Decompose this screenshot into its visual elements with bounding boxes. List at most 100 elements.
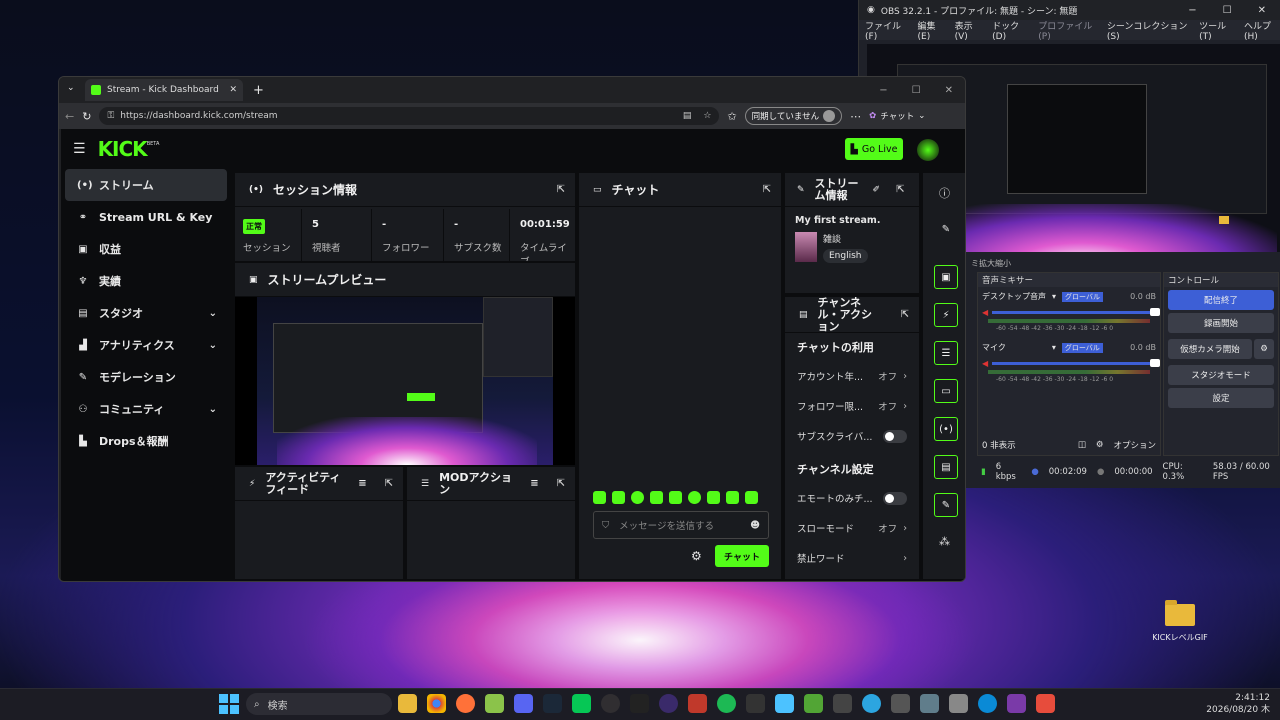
subscribers-only-toggle[interactable] xyxy=(883,429,907,443)
chevron-down-icon[interactable]: ▾ xyxy=(1052,292,1056,301)
list-rail-icon[interactable]: ☰ xyxy=(934,341,958,365)
emote-icon[interactable] xyxy=(612,491,625,504)
sidebar-item-moderation[interactable]: ✎ モデレーション xyxy=(65,361,227,393)
app-icon[interactable] xyxy=(630,694,649,713)
chat-input[interactable]: ⛉ メッセージを送信する ☻ xyxy=(593,511,769,539)
desktop-folder[interactable]: KICKレベルGIF xyxy=(1150,600,1210,643)
new-tab-icon[interactable]: + xyxy=(253,83,264,98)
discord-icon[interactable] xyxy=(514,694,533,713)
mixer-settings-icon[interactable]: ⚙ xyxy=(1096,440,1104,450)
close-icon[interactable]: ✕ xyxy=(945,85,953,96)
minimize-icon[interactable]: − xyxy=(1188,5,1196,16)
account-age-row[interactable]: アカウント年... オフ › xyxy=(785,361,919,391)
settings-icon[interactable] xyxy=(920,694,939,713)
widgets-icon[interactable]: ⁂ xyxy=(939,535,950,548)
settings-button[interactable]: 設定 xyxy=(1168,388,1274,408)
app-icon[interactable] xyxy=(1007,694,1026,713)
popout-icon[interactable]: ⇱ xyxy=(896,184,904,196)
obs-menu-scenes[interactable]: シーンコレクション(S) xyxy=(1107,19,1189,42)
sidebar-item-community[interactable]: ⚇ コミュニティ ⌄ xyxy=(65,393,227,425)
broadcast-rail-icon[interactable]: (•) xyxy=(934,417,958,441)
go-live-button[interactable]: ▙ Go Live xyxy=(845,138,903,160)
favorite-star-icon[interactable]: ☆ xyxy=(703,111,711,121)
maximize-icon[interactable]: ☐ xyxy=(912,85,921,96)
emote-icon[interactable] xyxy=(650,491,663,504)
favorites-icon[interactable]: ✩ xyxy=(727,110,736,123)
emote-icon[interactable] xyxy=(593,491,606,504)
sidebar-item-stream-url-key[interactable]: ⚭ Stream URL & Key xyxy=(65,201,227,233)
url-field[interactable]: ⚿ https://dashboard.kick.com/stream ▤ ☆ xyxy=(99,107,720,125)
copilot-button[interactable]: ✿ チャット ⌄ xyxy=(869,110,925,122)
maximize-icon[interactable]: ☐ xyxy=(1223,5,1232,16)
emote-icon[interactable] xyxy=(707,491,720,504)
obs-icon[interactable] xyxy=(601,694,620,713)
gear-icon[interactable]: ⚙ xyxy=(1254,339,1274,359)
edit-icon[interactable]: ✎ xyxy=(934,217,958,241)
emote-icon[interactable] xyxy=(745,491,758,504)
emote-icon[interactable] xyxy=(688,491,701,504)
start-virtual-camera-button[interactable]: 仮想カメラ開始 xyxy=(1168,339,1252,359)
filter-icon[interactable]: ≡ xyxy=(530,478,538,490)
steam-icon[interactable] xyxy=(543,694,562,713)
stop-streaming-button[interactable]: 配信終了 xyxy=(1168,290,1274,310)
notepad-icon[interactable] xyxy=(775,694,794,713)
wrench-rail-icon[interactable]: ✎ xyxy=(934,493,958,517)
system-clock[interactable]: 2:41:12 2026/08/20 木 xyxy=(1200,692,1270,716)
minecraft-icon[interactable] xyxy=(804,694,823,713)
emote-icon[interactable] xyxy=(669,491,682,504)
tab-list-icon[interactable]: ⌄ xyxy=(67,83,75,93)
category-thumbnail[interactable] xyxy=(795,232,817,262)
edge-icon[interactable] xyxy=(978,694,997,713)
emote-icon[interactable] xyxy=(631,491,644,504)
emote-icon[interactable] xyxy=(726,491,739,504)
obs-menu-help[interactable]: ヘルプ(H) xyxy=(1244,19,1280,42)
obs-menu-edit[interactable]: 編集(E) xyxy=(918,19,945,42)
emoji-icon[interactable]: ☻ xyxy=(750,520,760,531)
app-icon[interactable] xyxy=(833,694,852,713)
followers-only-row[interactable]: フォロワー限... オフ › xyxy=(785,391,919,421)
slow-mode-row[interactable]: スローモード オフ › xyxy=(785,513,919,543)
category-name[interactable]: 雑談 xyxy=(823,232,868,245)
spotify-icon[interactable] xyxy=(717,694,736,713)
studio-mode-button[interactable]: スタジオモード xyxy=(1168,365,1274,385)
taskbar-search[interactable]: ⌕ 検索 xyxy=(246,693,392,715)
file-explorer-icon[interactable] xyxy=(398,694,417,713)
refresh-icon[interactable]: ↻ xyxy=(82,110,91,123)
sidebar-item-achievements[interactable]: ♆ 実績 xyxy=(65,265,227,297)
sidebar-item-stream[interactable]: (•) ストリーム xyxy=(65,169,227,201)
sidebar-item-drops[interactable]: ▙ Drops＆報酬 xyxy=(65,425,227,457)
start-recording-button[interactable]: 録画開始 xyxy=(1168,313,1274,333)
chevron-down-icon[interactable]: ▾ xyxy=(1052,343,1056,352)
app-icon[interactable] xyxy=(659,694,678,713)
obs-menu-view[interactable]: 表示(V) xyxy=(955,19,983,42)
app-icon[interactable] xyxy=(1036,694,1055,713)
obs-menu-tools[interactable]: ツール(T) xyxy=(1199,19,1234,42)
minimize-icon[interactable]: − xyxy=(879,85,887,96)
info-icon[interactable]: ⓘ xyxy=(939,185,950,201)
volume-slider[interactable] xyxy=(992,359,1160,367)
tab-kick-dashboard[interactable]: Stream - Kick Dashboard ✕ xyxy=(85,79,243,101)
line-icon[interactable] xyxy=(572,694,591,713)
more-icon[interactable]: ⋯ xyxy=(850,110,861,123)
obs-menu-file[interactable]: ファイル(F) xyxy=(865,19,908,42)
app-icon[interactable] xyxy=(891,694,910,713)
popout-icon[interactable]: ⇱ xyxy=(557,184,565,195)
sidebar-item-analytics[interactable]: ▟ アナリティクス ⌄ xyxy=(65,329,227,361)
gear-icon[interactable]: ⚙ xyxy=(691,549,702,563)
layout-icon[interactable]: ◫ xyxy=(1078,440,1086,450)
back-icon[interactable]: ← xyxy=(65,110,74,123)
close-icon[interactable]: ✕ xyxy=(1258,5,1266,16)
send-chat-button[interactable]: チャット xyxy=(715,545,769,567)
close-tab-icon[interactable]: ✕ xyxy=(229,85,237,95)
site-info-icon[interactable]: ⚿ xyxy=(107,111,114,121)
speaker-icon[interactable]: ◀ xyxy=(982,359,988,368)
kick-logo[interactable]: KICK xyxy=(98,137,148,161)
popout-icon[interactable]: ⇱ xyxy=(901,309,909,321)
stream-preview-video[interactable] xyxy=(235,297,575,465)
banned-words-row[interactable]: 禁止ワード › xyxy=(785,543,919,573)
bolt-rail-icon[interactable]: ⚡ xyxy=(934,303,958,327)
app-icon[interactable] xyxy=(688,694,707,713)
app-icon[interactable] xyxy=(485,694,504,713)
sync-button[interactable]: 同期していません xyxy=(744,107,843,125)
epic-games-icon[interactable] xyxy=(746,694,765,713)
